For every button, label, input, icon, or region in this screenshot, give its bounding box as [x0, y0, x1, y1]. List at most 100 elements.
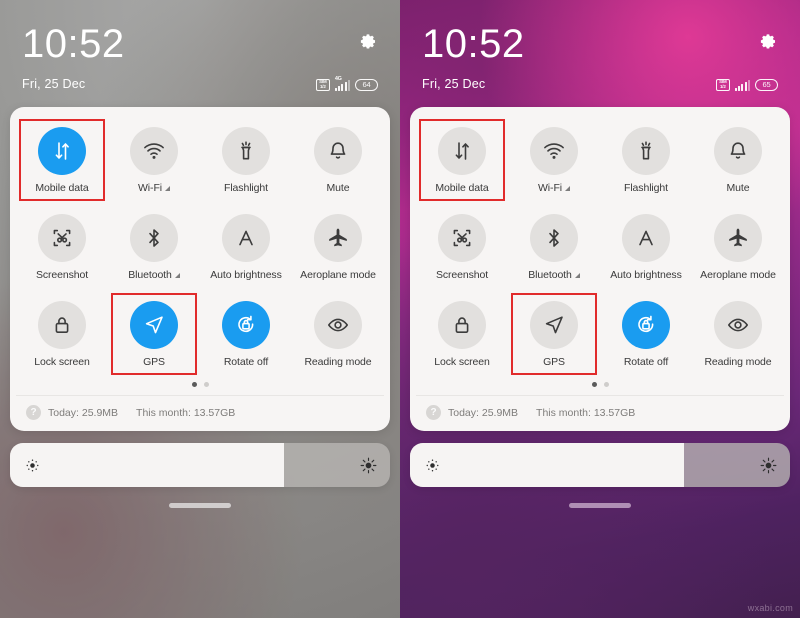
quick-tile-label: Bluetooth [528, 269, 580, 281]
quick-tile-flashlight[interactable]: Flashlight [600, 121, 692, 202]
page-indicator[interactable] [416, 376, 784, 395]
quick-tile-label: Wi-Fi [538, 182, 570, 194]
quick-tile-label: Mute [727, 182, 750, 194]
quick-tile-mute[interactable]: Mute [692, 121, 784, 202]
gear-icon[interactable] [359, 32, 378, 51]
page-dot[interactable] [591, 382, 597, 387]
brightness-slider[interactable] [10, 443, 390, 487]
quick-tile-label: GPS [143, 356, 165, 368]
quick-tile-auto-brightness[interactable]: Auto brightness [200, 208, 292, 289]
data-transfer-icon[interactable] [38, 127, 86, 175]
quick-tile-rotate-off[interactable]: Rotate off [600, 295, 692, 376]
quick-tile-screenshot[interactable]: Screenshot [16, 208, 108, 289]
bluetooth-icon[interactable] [530, 214, 578, 262]
page-indicator[interactable] [16, 376, 384, 395]
rotate-lock-icon[interactable] [222, 301, 270, 349]
screenshot-icon[interactable] [38, 214, 86, 262]
signal-triangle-icon [574, 272, 580, 278]
screenshot-icon[interactable] [438, 214, 486, 262]
quick-tile-gps[interactable]: GPS [108, 293, 200, 376]
page-dot[interactable] [203, 382, 209, 387]
quick-tile-label-text: Screenshot [35, 269, 89, 281]
brightness-slider[interactable] [410, 443, 790, 487]
page-dot[interactable] [191, 382, 197, 387]
quick-tile-label-text: Flashlight [224, 182, 268, 194]
bluetooth-icon[interactable] [130, 214, 178, 262]
quick-tile-reading-mode[interactable]: Reading mode [692, 295, 784, 376]
quick-tile-mobile-data[interactable]: Mobile data [16, 119, 108, 202]
quick-tile-label: Screenshot [436, 269, 488, 281]
auto-brightness-icon[interactable] [222, 214, 270, 262]
quick-tile-label-text: Flashlight [624, 182, 668, 194]
data-usage-bar[interactable]: ? Today: 25.9MB This month: 13.57GB [16, 395, 384, 431]
lock-icon[interactable] [438, 301, 486, 349]
battery-indicator: 64 [355, 78, 378, 91]
airplane-icon[interactable] [714, 214, 762, 262]
signal-triangle-icon [165, 185, 170, 191]
quick-tile-reading-mode[interactable]: Reading mode [292, 295, 384, 376]
panel-right: 10:52 Fri, 25 Dec SIM 1/2 65 Mobile data Wi-Fi… [400, 0, 800, 618]
quick-tile-mute[interactable]: Mute [292, 121, 384, 202]
wifi-icon[interactable] [130, 127, 178, 175]
quick-tile-label: Screenshot [36, 269, 88, 281]
quick-tile-wi-fi[interactable]: Wi-Fi [508, 121, 600, 202]
signal-bars [734, 80, 750, 91]
quick-tile-aeroplane-mode[interactable]: Aeroplane mode [292, 208, 384, 289]
watermark: wxabi.com [747, 603, 793, 613]
quick-tile-label-text: Mobile data [35, 182, 89, 194]
status-date: Fri, 25 Dec [422, 77, 486, 91]
question-mark-icon[interactable]: ? [426, 405, 441, 420]
data-transfer-icon[interactable] [438, 127, 486, 175]
quick-tile-rotate-off[interactable]: Rotate off [200, 295, 292, 376]
quick-tile-label-text: Mute [726, 182, 750, 194]
page-dot[interactable] [603, 382, 609, 387]
flashlight-icon[interactable] [622, 127, 670, 175]
quick-tile-label: Auto brightness [610, 269, 682, 281]
quick-tile-label: Auto brightness [210, 269, 282, 281]
quick-tile-wi-fi[interactable]: Wi-Fi [108, 121, 200, 202]
auto-brightness-icon[interactable] [622, 214, 670, 262]
gear-icon[interactable] [759, 32, 778, 51]
quick-tile-mobile-data[interactable]: Mobile data [416, 119, 508, 202]
wifi-icon[interactable] [530, 127, 578, 175]
eye-icon[interactable] [314, 301, 362, 349]
lock-icon[interactable] [38, 301, 86, 349]
quick-tile-screenshot[interactable]: Screenshot [416, 208, 508, 289]
airplane-icon[interactable] [314, 214, 362, 262]
home-gesture-bar[interactable] [169, 503, 231, 508]
bell-icon[interactable] [314, 127, 362, 175]
quick-tile-lock-screen[interactable]: Lock screen [16, 295, 108, 376]
quick-tile-bluetooth[interactable]: Bluetooth [508, 208, 600, 289]
quick-tile-bluetooth[interactable]: Bluetooth [108, 208, 200, 289]
navigation-arrow-icon[interactable] [530, 301, 578, 349]
quick-tile-label-text: Bluetooth [528, 269, 572, 281]
sim-line-2: 1/2 [319, 83, 326, 89]
quick-tile-auto-brightness[interactable]: Auto brightness [600, 208, 692, 289]
rotate-lock-icon[interactable] [622, 301, 670, 349]
data-usage-today: Today: 25.9MB [48, 406, 119, 419]
quick-settings-card: Mobile data Wi-Fi Flashlight Mute Screenshot… [10, 107, 390, 431]
quick-tile-label: Mute [327, 182, 350, 194]
quick-tile-flashlight[interactable]: Flashlight [200, 121, 292, 202]
question-mark-icon[interactable]: ? [26, 405, 41, 420]
quick-tile-lock-screen[interactable]: Lock screen [416, 295, 508, 376]
home-gesture-bar[interactable] [569, 503, 631, 508]
navigation-arrow-icon[interactable] [130, 301, 178, 349]
quick-tile-label: Mobile data [35, 182, 88, 194]
flashlight-icon[interactable] [222, 127, 270, 175]
data-usage-month: This month: 13.57GB [536, 406, 636, 419]
quick-tile-label: Lock screen [434, 356, 490, 368]
quick-tile-gps[interactable]: GPS [508, 293, 600, 376]
data-usage-today: Today: 25.9MB [448, 406, 519, 419]
quick-tile-label: Wi-Fi [138, 182, 170, 194]
quick-tile-label: Flashlight [224, 182, 268, 194]
quick-tile-label-text: Wi-Fi [538, 182, 562, 194]
bell-icon[interactable] [714, 127, 762, 175]
eye-icon[interactable] [714, 301, 762, 349]
quick-tile-aeroplane-mode[interactable]: Aeroplane mode [692, 208, 784, 289]
signal-triangle-icon [174, 272, 180, 278]
quick-tile-label-text: Reading mode [304, 356, 372, 368]
status-subrow: Fri, 25 Dec SIM 1/2 4G 64 [22, 76, 378, 91]
data-usage-bar[interactable]: ? Today: 25.9MB This month: 13.57GB [416, 395, 784, 431]
quick-tile-label-text: Rotate off [223, 356, 269, 368]
